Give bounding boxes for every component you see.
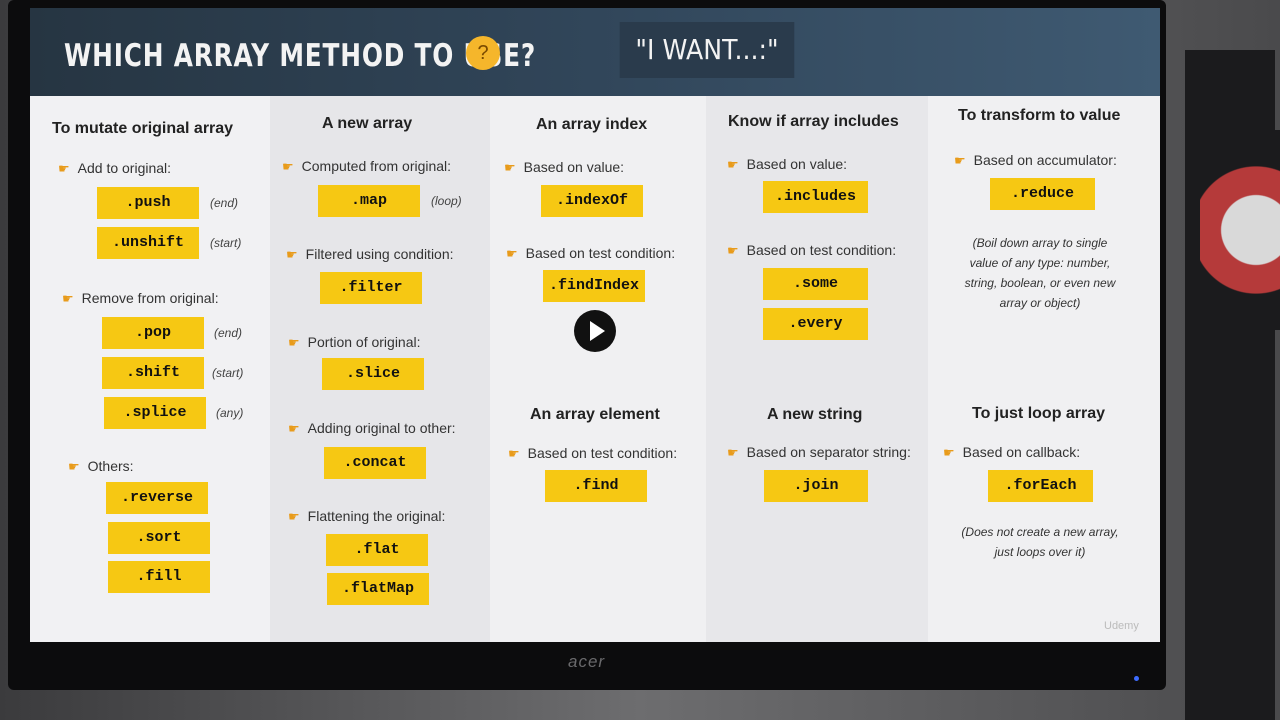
monitor-brand-logo: acer bbox=[568, 652, 606, 671]
label-based-value: ☛ Based on value: bbox=[504, 159, 625, 175]
method-unshift: .unshift bbox=[97, 227, 199, 259]
method-includes: .includes bbox=[763, 181, 868, 213]
label-remove: ☛ Remove from original: bbox=[62, 290, 219, 306]
heading-loop: To just loop array bbox=[972, 405, 1106, 422]
pointing-hand-icon: ☛ bbox=[62, 291, 74, 306]
note-end: (end) bbox=[210, 196, 239, 210]
slide-header: WHICH ARRAY METHOD TO USE? ? "I WANT...:… bbox=[30, 8, 1160, 96]
pointing-hand-icon: ☛ bbox=[58, 161, 70, 176]
pointing-hand-icon: ☛ bbox=[506, 246, 518, 261]
method-filter: .filter bbox=[320, 272, 422, 304]
label-based-test: ☛ Based on test condition: bbox=[508, 445, 678, 461]
label-separator: ☛ Based on separator string: bbox=[727, 444, 911, 460]
method-concat: .concat bbox=[324, 447, 426, 479]
method-every: .every bbox=[763, 308, 868, 340]
slide-screen: WHICH ARRAY METHOD TO USE? ? "I WANT...:… bbox=[30, 8, 1160, 642]
pointing-hand-icon: ☛ bbox=[727, 243, 739, 258]
note-loop: (loop) bbox=[431, 194, 462, 208]
pointing-hand-icon: ☛ bbox=[288, 335, 300, 350]
label-filtered: ☛ Filtered using condition: bbox=[286, 246, 454, 262]
heading-transform: To transform to value bbox=[958, 107, 1121, 124]
pointing-hand-icon: ☛ bbox=[943, 445, 955, 460]
label-based-test: ☛ Based on test condition: bbox=[506, 245, 676, 261]
method-find: .find bbox=[545, 470, 647, 502]
pointing-hand-icon: ☛ bbox=[288, 509, 300, 524]
label-based-test: ☛ Based on test condition: bbox=[727, 242, 897, 258]
method-map: .map bbox=[318, 185, 420, 217]
label-others: ☛ Others: bbox=[68, 458, 134, 474]
pointing-hand-icon: ☛ bbox=[727, 157, 739, 172]
pointing-hand-icon: ☛ bbox=[288, 421, 300, 436]
pointing-hand-icon: ☛ bbox=[282, 159, 294, 174]
foreach-description: (Does not create a new array, just loops… bbox=[961, 525, 1119, 559]
label-based-value: ☛ Based on value: bbox=[727, 156, 848, 172]
heading-new-array: A new array bbox=[322, 115, 413, 132]
monitor: WHICH ARRAY METHOD TO USE? ? "I WANT...:… bbox=[8, 0, 1166, 690]
pointing-hand-icon: ☛ bbox=[508, 446, 520, 461]
heading-mutate: To mutate original array bbox=[52, 120, 234, 137]
label-flattening: ☛ Flattening the original: bbox=[288, 508, 446, 524]
note-start: (start) bbox=[210, 236, 242, 250]
method-reverse: .reverse bbox=[106, 482, 208, 514]
note-any: (any) bbox=[216, 406, 244, 420]
method-foreach: .forEach bbox=[988, 470, 1093, 502]
method-sort: .sort bbox=[108, 522, 210, 554]
thinking-face-icon: ? bbox=[466, 36, 500, 70]
method-push: .push bbox=[97, 187, 199, 219]
heading-array-index: An array index bbox=[536, 116, 648, 133]
label-callback: ☛ Based on callback: bbox=[943, 444, 1081, 460]
heading-array-element: An array element bbox=[530, 406, 660, 423]
pointing-hand-icon: ☛ bbox=[286, 247, 298, 262]
pointing-hand-icon: ☛ bbox=[68, 459, 80, 474]
label-portion: ☛ Portion of original: bbox=[288, 334, 421, 350]
column-array-index bbox=[490, 96, 706, 642]
method-slice: .slice bbox=[322, 358, 424, 390]
label-adding: ☛ Adding original to other: bbox=[288, 420, 456, 436]
method-join: .join bbox=[764, 470, 868, 502]
note-end: (end) bbox=[214, 326, 243, 340]
method-fill: .fill bbox=[108, 561, 210, 593]
i-want-label: "I WANT...:" bbox=[619, 22, 795, 78]
pointing-hand-icon: ☛ bbox=[954, 153, 966, 168]
heading-includes: Know if array includes bbox=[728, 113, 899, 130]
method-pop: .pop bbox=[102, 317, 204, 349]
column-includes bbox=[706, 96, 928, 642]
power-led bbox=[1134, 676, 1139, 681]
method-findindex: .findIndex bbox=[543, 270, 645, 302]
pointing-hand-icon: ☛ bbox=[504, 160, 516, 175]
pointing-hand-icon: ☛ bbox=[727, 445, 739, 460]
method-indexof: .indexOf bbox=[541, 185, 643, 217]
reduce-description: (Boil down array to single value of any … bbox=[964, 236, 1116, 310]
play-button[interactable] bbox=[574, 310, 616, 352]
label-accumulator: ☛ Based on accumulator: bbox=[954, 152, 1117, 168]
method-flat: .flat bbox=[326, 534, 428, 566]
label-computed: ☛ Computed from original: bbox=[282, 158, 452, 174]
method-reduce: .reduce bbox=[990, 178, 1095, 210]
label-add: ☛ Add to original: bbox=[58, 160, 172, 176]
udemy-watermark: Udemy bbox=[1104, 620, 1139, 632]
heading-new-string: A new string bbox=[767, 406, 863, 423]
slide-title: WHICH ARRAY METHOD TO USE? bbox=[64, 38, 537, 74]
method-flatmap: .flatMap bbox=[327, 573, 429, 605]
method-splice: .splice bbox=[104, 397, 206, 429]
method-shift: .shift bbox=[102, 357, 204, 389]
note-start: (start) bbox=[212, 366, 244, 380]
ornament-decoration bbox=[1200, 130, 1280, 330]
method-some: .some bbox=[763, 268, 868, 300]
